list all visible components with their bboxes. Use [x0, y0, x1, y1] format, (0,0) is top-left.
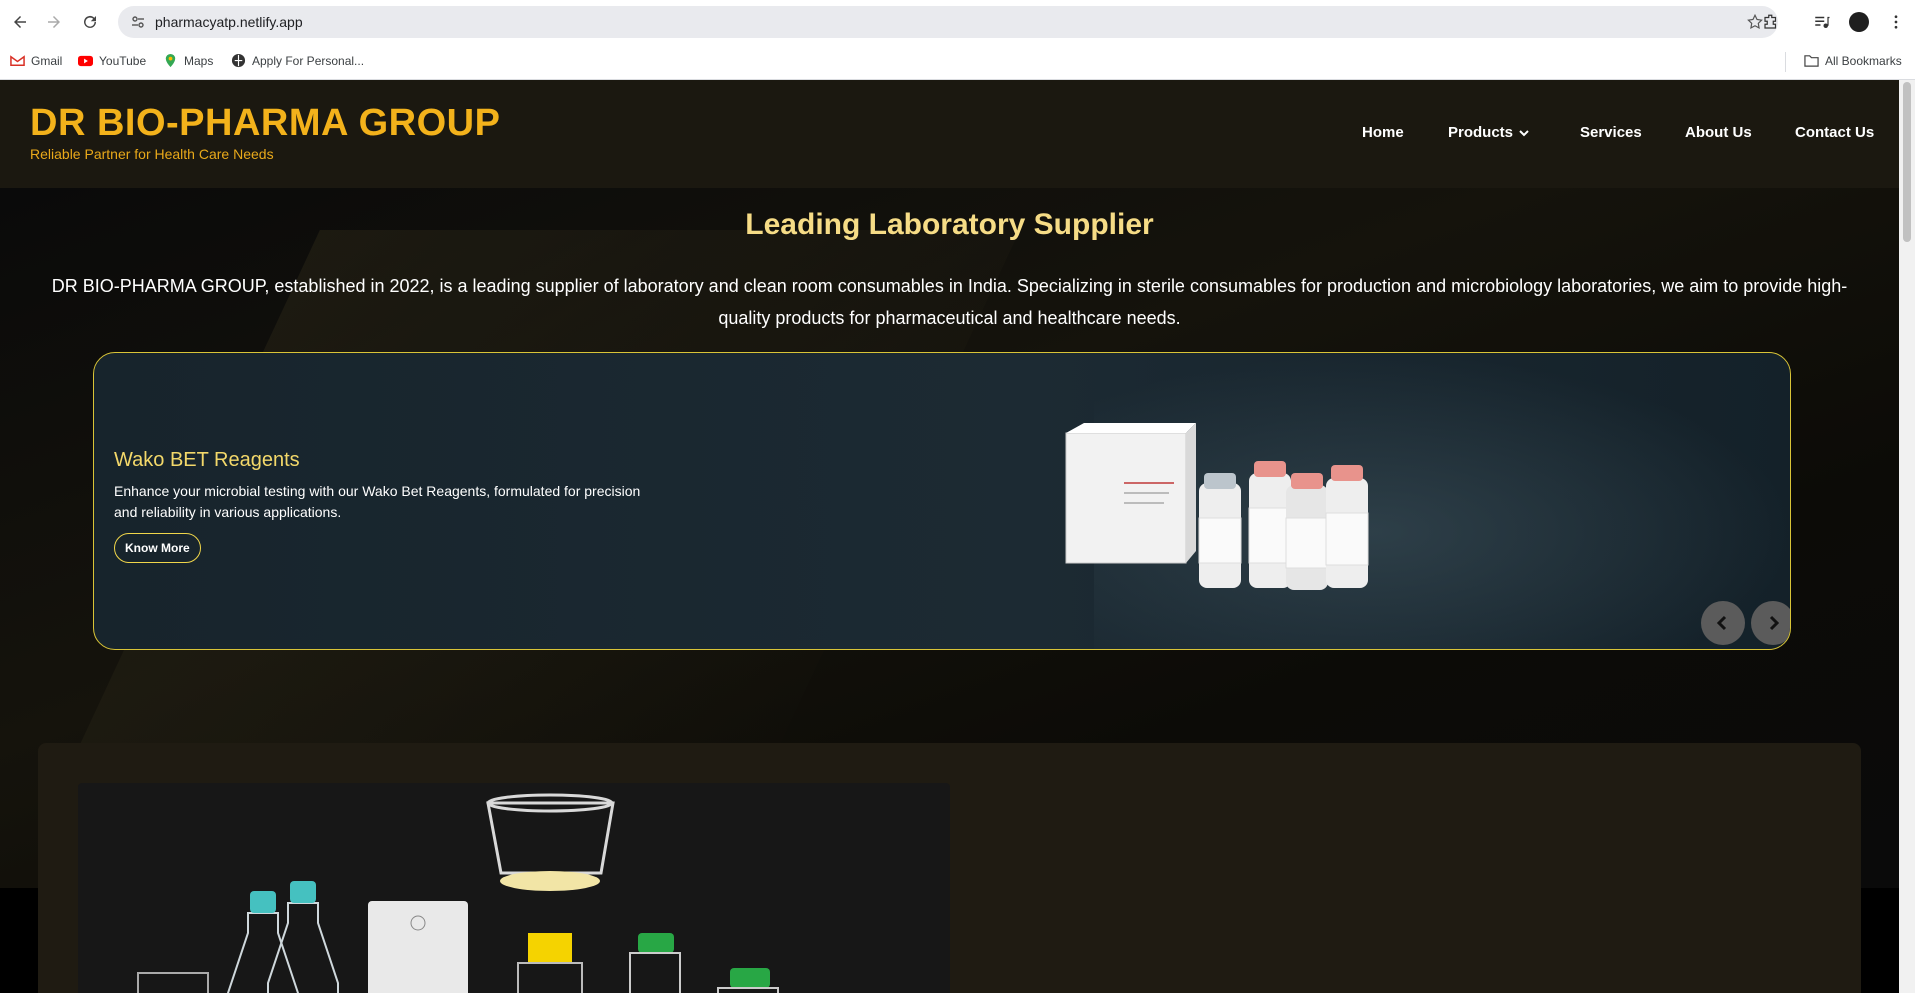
- address-bar[interactable]: pharmacyatp.netlify.app: [118, 6, 1778, 38]
- lab-consumables-image: [78, 783, 950, 993]
- maps-icon: [165, 53, 176, 68]
- brand-title[interactable]: DR BIO-PHARMA GROUP: [30, 102, 500, 145]
- nav-about-label: About Us: [1685, 124, 1752, 141]
- chevron-left-icon: [1716, 615, 1727, 631]
- all-bookmarks-label: All Bookmarks: [1825, 53, 1902, 68]
- nav-contact[interactable]: Contact Us: [1795, 124, 1874, 141]
- carousel-prev-button[interactable]: [1701, 601, 1745, 645]
- reagent-product-image: [1065, 423, 1369, 590]
- page-scrollbar[interactable]: [1899, 80, 1915, 993]
- hero-title: Leading Laboratory Supplier: [745, 208, 1154, 241]
- bookmark-gmail[interactable]: Gmail: [10, 53, 62, 68]
- nav-services[interactable]: Services: [1580, 124, 1642, 141]
- chevron-down-icon: [1519, 129, 1529, 136]
- all-bookmarks[interactable]: All Bookmarks: [1804, 53, 1902, 68]
- bookmark-label: Apply For Personal...: [252, 53, 365, 68]
- media-control-icon[interactable]: [1810, 10, 1834, 34]
- bookmarks-divider: [1785, 52, 1786, 72]
- know-more-button[interactable]: Know More: [114, 533, 201, 563]
- nav-products[interactable]: Products: [1448, 124, 1530, 141]
- site-header: DR BIO-PHARMA GROUP Reliable Partner for…: [0, 80, 1899, 188]
- products-section: [38, 743, 1861, 993]
- nav-products-label: Products: [1448, 124, 1514, 141]
- bookmark-youtube[interactable]: YouTube: [78, 53, 146, 68]
- site-info-icon[interactable]: [130, 14, 146, 30]
- page-viewport: DR BIO-PHARMA GROUP Reliable Partner for…: [0, 80, 1899, 993]
- hero-description: DR BIO-PHARMA GROUP, established in 2022…: [51, 276, 1848, 328]
- gmail-icon: [10, 55, 25, 66]
- youtube-icon: [78, 55, 93, 67]
- nav-contact-label: Contact Us: [1795, 124, 1875, 141]
- globe-icon: [231, 53, 246, 68]
- product-carousel: Wako BET Reagents Enhance your microbial…: [93, 352, 1791, 650]
- nav-about[interactable]: About Us: [1685, 124, 1752, 141]
- bookmark-label: Gmail: [31, 53, 63, 68]
- extensions-icon[interactable]: [1759, 10, 1783, 34]
- folder-icon: [1804, 55, 1819, 67]
- reload-icon[interactable]: [78, 10, 102, 34]
- chrome-menu-icon[interactable]: [1884, 10, 1908, 34]
- chevron-right-icon: [1769, 615, 1780, 631]
- back-icon[interactable]: [8, 10, 32, 34]
- nav-home-label: Home: [1362, 124, 1404, 141]
- nav-services-label: Services: [1580, 124, 1642, 141]
- scrollbar-thumb[interactable]: [1903, 82, 1911, 242]
- bookmark-apply[interactable]: Apply For Personal...: [231, 53, 364, 68]
- brand-tagline: Reliable Partner for Health Care Needs: [30, 146, 274, 162]
- browser-toolbar: pharmacyatp.netlify.app: [0, 0, 1915, 44]
- forward-icon[interactable]: [42, 10, 66, 34]
- profile-avatar[interactable]: [1847, 10, 1871, 34]
- url-text[interactable]: pharmacyatp.netlify.app: [155, 14, 303, 30]
- carousel-next-button[interactable]: [1751, 601, 1790, 645]
- bookmark-label: Maps: [184, 53, 214, 68]
- nav-home[interactable]: Home: [1362, 124, 1404, 141]
- bookmark-label: YouTube: [99, 53, 147, 68]
- bookmarks-bar: Gmail YouTube Maps Apply For Personal...…: [0, 44, 1915, 80]
- slide-description: Enhance your microbial testing with our …: [114, 483, 641, 520]
- bookmark-maps[interactable]: Maps: [163, 53, 213, 68]
- slide-title: Wako BET Reagents: [114, 449, 300, 471]
